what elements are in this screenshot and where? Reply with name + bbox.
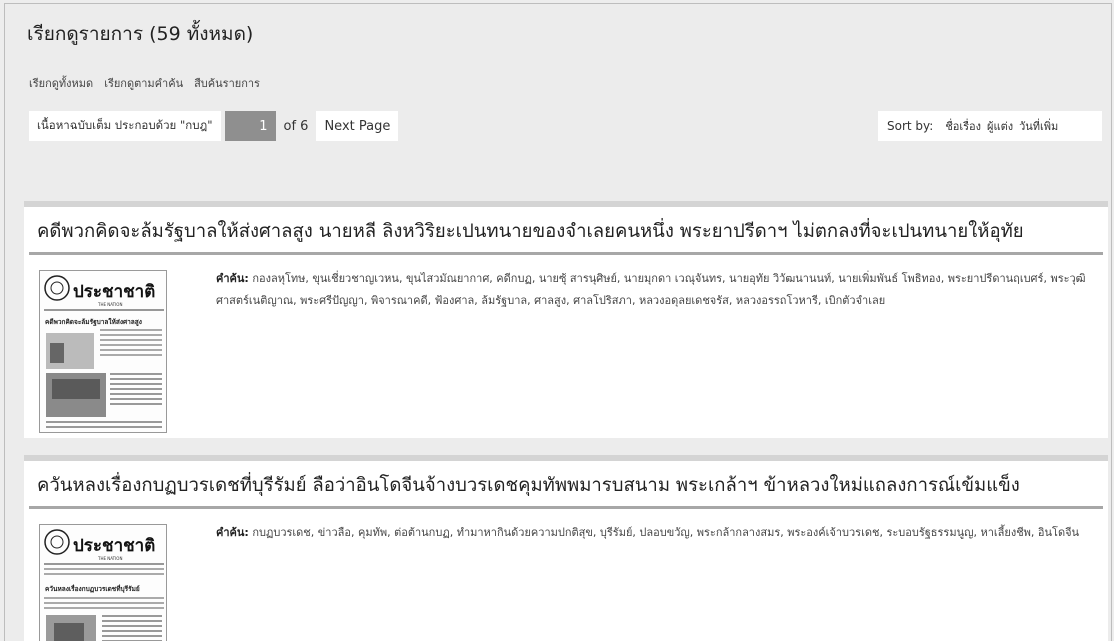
result-item: ควันหลงเรื่องกบฏบวรเดชที่บุรีรัมย์ ลือว่… bbox=[24, 455, 1108, 641]
browse-links: เรียกดูทั้งหมด เรียกดูตามคำค้น สืบค้นราย… bbox=[29, 74, 260, 92]
item-title-link[interactable]: ควันหลงเรื่องกบฏบวรเดชที่บุรีรัมย์ ลือว่… bbox=[24, 461, 1108, 506]
keywords-label: คำค้น: bbox=[216, 272, 249, 285]
thumb-headline: คดีพวกคิดจะล้มรัฐบาลให้ส่งศาลสูง bbox=[45, 317, 142, 327]
keywords-label: คำค้น: bbox=[216, 526, 249, 539]
sort-label: Sort by: bbox=[887, 119, 934, 133]
page-count: of 6 bbox=[283, 118, 309, 134]
page-title: เรียกดูรายการ (59 ทั้งหมด) bbox=[27, 23, 254, 45]
keywords-text: กองลหุโทษ, ขุนเชี่ยวชาญเวหน, ขุนไสวมัณยา… bbox=[216, 272, 1086, 307]
item-thumbnail[interactable]: ประชาชาติ THE NATION คดีพวกคิดจะล้มรัฐบา… bbox=[39, 270, 167, 433]
sort-by-title[interactable]: ชื่อเรื่อง bbox=[945, 117, 981, 135]
thumb-masthead: ประชาชาติ bbox=[73, 536, 155, 556]
item-keywords: คำค้น: กองลหุโทษ, ขุนเชี่ยวชาญเวหน, ขุนไ… bbox=[216, 268, 1096, 312]
result-item: คดีพวกคิดจะล้มรัฐบาลให้ส่งศาลสูง นายหลี … bbox=[24, 201, 1108, 438]
browse-page: เรียกดูรายการ (59 ทั้งหมด) เรียกดูทั้งหม… bbox=[4, 3, 1112, 641]
browse-all-link[interactable]: เรียกดูทั้งหมด bbox=[29, 74, 93, 92]
thumb-masthead: ประชาชาติ bbox=[73, 282, 155, 302]
next-page-button[interactable]: Next Page bbox=[316, 111, 399, 141]
browse-by-keyword-link[interactable]: เรียกดูตามคำค้น bbox=[104, 74, 183, 92]
pagination: เนื้อหาฉบับเต็ม ประกอบด้วย "กบฎ" 1 of 6 … bbox=[29, 111, 399, 141]
item-divider bbox=[29, 506, 1103, 509]
thumb-subtitle: THE NATION bbox=[97, 302, 122, 307]
search-items-link[interactable]: สืบค้นรายการ bbox=[194, 74, 260, 92]
thumb-subtitle: THE NATION bbox=[97, 556, 122, 561]
thumb-headline: ควันหลงเรื่องกบฏบวรเดชที่บุรีรัมย์ bbox=[45, 583, 140, 593]
item-thumbnail[interactable]: ประชาชาติ THE NATION ควันหลงเรื่องกบฏบวร… bbox=[39, 524, 167, 641]
item-title-link[interactable]: คดีพวกคิดจะล้มรัฐบาลให้ส่งศาลสูง นายหลี … bbox=[24, 207, 1108, 252]
keywords-text: กบฏบวรเดช, ข่าวลือ, คุมทัพ, ต่อต้านกบฏ, … bbox=[252, 526, 1080, 539]
sort-by-author[interactable]: ผู้แต่ง bbox=[987, 117, 1013, 135]
sort-by-date-added[interactable]: วันที่เพิ่ม bbox=[1019, 117, 1058, 135]
page-number-input[interactable]: 1 bbox=[224, 111, 276, 141]
item-divider bbox=[29, 252, 1103, 255]
item-keywords: คำค้น: กบฏบวรเดช, ข่าวลือ, คุมทัพ, ต่อต้… bbox=[216, 522, 1096, 544]
sort-bar: Sort by: ชื่อเรื่อง ผู้แต่ง วันที่เพิ่ม bbox=[878, 111, 1102, 141]
filter-label: เนื้อหาฉบับเต็ม ประกอบด้วย "กบฎ" bbox=[29, 111, 221, 141]
